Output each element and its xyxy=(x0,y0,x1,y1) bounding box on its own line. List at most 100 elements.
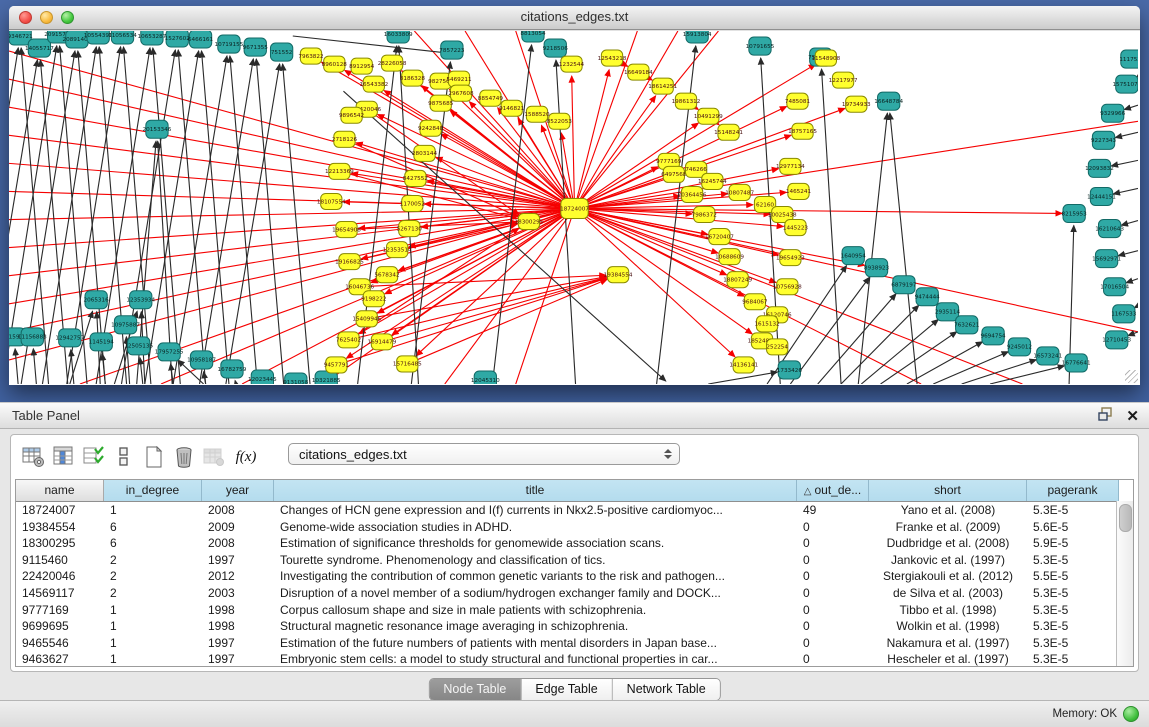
graph-edge[interactable] xyxy=(9,209,575,332)
float-panel-button[interactable] xyxy=(1098,407,1114,427)
table-scrollbar-thumb[interactable] xyxy=(1119,504,1132,532)
graph-edge[interactable] xyxy=(102,354,105,384)
column-header-short[interactable]: short xyxy=(869,480,1027,501)
graph-edge[interactable] xyxy=(399,46,419,384)
column-header-in_degree[interactable]: in_degree xyxy=(104,480,202,501)
table-cell: 9699695 xyxy=(16,618,104,635)
table-row[interactable]: 946362711997Embryonic stem cells: a mode… xyxy=(16,651,1133,667)
table-row[interactable]: 2242004622012Investigating the contribut… xyxy=(16,568,1133,585)
graph-edge[interactable] xyxy=(575,209,753,334)
graph-edge[interactable] xyxy=(235,381,236,384)
table-row[interactable]: 969969511998Structural magnetic resonanc… xyxy=(16,618,1133,635)
graph-node-label: 18724007 xyxy=(560,206,589,212)
graph-edge[interactable] xyxy=(178,50,205,384)
graph-node-label: 15913804 xyxy=(683,32,712,38)
table-row[interactable]: 1872400712008Changes of HCN gene express… xyxy=(16,502,1133,519)
network-window: citations_edges.txt 18724007934672114055… xyxy=(9,6,1140,384)
table-cell: 0 xyxy=(797,585,869,602)
column-header-name[interactable]: name xyxy=(16,480,104,501)
graph-edge[interactable] xyxy=(575,209,1138,332)
graph-node-label: 15148241 xyxy=(714,130,743,136)
status-bar: Memory: OK xyxy=(0,700,1149,727)
tab-node-table[interactable]: Node Table xyxy=(429,679,521,700)
graph-edge[interactable] xyxy=(416,209,574,356)
table-cell: Stergiakouli et al. (2012) xyxy=(869,568,1027,585)
table-select-dropdown[interactable]: citations_edges.txt xyxy=(288,443,680,465)
window-titlebar[interactable]: citations_edges.txt xyxy=(9,6,1140,30)
table-row[interactable]: 977716911998Corpus callosum shape and si… xyxy=(16,602,1133,619)
graph-edge[interactable] xyxy=(70,311,93,384)
graph-edge[interactable] xyxy=(933,352,1008,384)
graph-node-label: 16782759 xyxy=(218,367,247,373)
table-row[interactable]: 1938455462009Genome-wide association stu… xyxy=(16,519,1133,536)
graph-edge[interactable] xyxy=(1115,132,1138,137)
graph-edge[interactable] xyxy=(1121,221,1138,226)
graph-edge[interactable] xyxy=(407,279,607,364)
graph-node-label: 1117534 xyxy=(1119,57,1138,63)
graph-node-label: 9146821 xyxy=(499,106,525,112)
close-panel-button[interactable]: ✕ xyxy=(1126,409,1139,425)
graph-edge[interactable] xyxy=(1111,160,1138,166)
column-header-title[interactable]: title xyxy=(274,480,797,501)
graph-node-label: 9694754 xyxy=(980,334,1006,340)
tab-network-table[interactable]: Network Table xyxy=(613,679,720,700)
new-column-button[interactable] xyxy=(139,443,169,471)
table-cell: Yano et al. (2008) xyxy=(869,502,1027,519)
column-header-year[interactable]: year xyxy=(202,480,274,501)
graph-edge[interactable] xyxy=(575,96,656,209)
graph-node-label: 9671355 xyxy=(243,45,269,51)
table-cell: 0 xyxy=(797,568,869,585)
table-row[interactable]: 1456911722003Disruption of a novel membe… xyxy=(16,585,1133,602)
function-builder-button[interactable]: f(x) xyxy=(229,443,263,471)
graph-node-label: 19384554 xyxy=(604,273,633,279)
dropdown-stepper-icon xyxy=(664,449,672,459)
graph-edge[interactable] xyxy=(890,113,917,384)
table-cell: 9115460 xyxy=(16,552,104,569)
row-selection-button[interactable] xyxy=(79,443,109,471)
graph-node-label: 1733426 xyxy=(777,368,803,374)
table-row[interactable]: 1830029562008Estimation of significance … xyxy=(16,535,1133,552)
table-cell: 5.3E-5 xyxy=(1027,585,1119,602)
graph-edge[interactable] xyxy=(1118,251,1138,256)
graph-edge[interactable] xyxy=(990,366,1064,384)
table-options-button[interactable] xyxy=(19,443,49,471)
graph-edge[interactable] xyxy=(200,59,254,384)
column-header-pagerank[interactable]: pagerank xyxy=(1027,480,1119,501)
split-panel-button[interactable] xyxy=(109,443,139,471)
graph-node-label: 8938923 xyxy=(864,265,890,271)
graph-node-label: 2065316 xyxy=(84,298,110,304)
graph-edge[interactable] xyxy=(818,294,896,384)
table-row[interactable]: 911546021997Tourette syndrome. Phenomeno… xyxy=(16,552,1133,569)
table-cell: 9777169 xyxy=(16,602,104,619)
column-header-out_de[interactable]: △out_de... xyxy=(797,480,869,501)
graph-edge[interactable] xyxy=(572,76,575,208)
graph-node-label: 746266 xyxy=(685,167,707,173)
graph-edge[interactable] xyxy=(283,64,310,384)
graph-edge[interactable] xyxy=(822,69,842,384)
graph-node-label: 19861312 xyxy=(672,99,701,105)
graph-edge[interactable] xyxy=(33,349,36,384)
graph-edge[interactable] xyxy=(708,372,777,384)
table-scrollbar[interactable] xyxy=(1116,501,1133,666)
sort-ascending-icon: △ xyxy=(804,486,812,497)
delete-table-button[interactable] xyxy=(199,443,229,471)
graph-edge[interactable] xyxy=(1113,188,1138,193)
graph-edge[interactable] xyxy=(907,342,983,384)
resize-grip-icon[interactable] xyxy=(1125,370,1138,383)
graph-edge[interactable] xyxy=(962,360,1037,384)
graph-edge[interactable] xyxy=(256,59,283,384)
show-columns-button[interactable] xyxy=(49,443,79,471)
table-body: 1872400712008Changes of HCN gene express… xyxy=(16,502,1133,667)
graph-edge[interactable] xyxy=(202,51,229,384)
graph-edge[interactable] xyxy=(9,51,575,208)
graph-edge[interactable] xyxy=(349,278,607,340)
network-canvas[interactable]: 1872400793467211405571720915716208914061… xyxy=(9,30,1140,385)
graph-edge[interactable] xyxy=(145,51,199,384)
table-row[interactable]: 946554611997Estimation of the future num… xyxy=(16,635,1133,652)
graph-edge[interactable] xyxy=(1128,332,1138,336)
delete-column-button[interactable] xyxy=(169,443,199,471)
graph-edge[interactable] xyxy=(1126,279,1138,283)
graph-edge[interactable] xyxy=(1124,105,1138,109)
graph-edge[interactable] xyxy=(15,349,18,384)
tab-edge-table[interactable]: Edge Table xyxy=(521,679,612,700)
